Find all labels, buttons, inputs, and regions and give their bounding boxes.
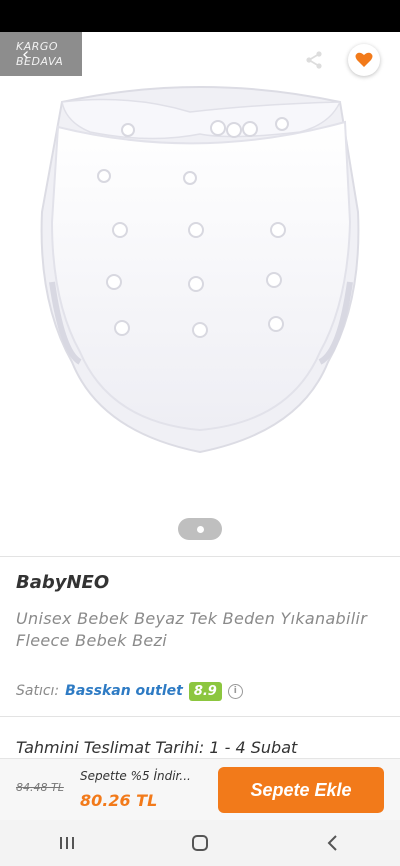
promo-text: Sepette %5 İndir...	[80, 769, 191, 783]
back-button[interactable]	[303, 820, 363, 866]
divider	[0, 556, 400, 557]
seller-score-badge: 8.9	[188, 681, 222, 701]
product-title: Unisex Bebek Beyaz Tek Beden Yıkanabilir…	[16, 609, 368, 650]
seller-name-link[interactable]: Basskan outlet	[65, 683, 183, 699]
home-icon	[191, 835, 208, 851]
home-button[interactable]	[170, 820, 230, 866]
add-to-cart-button[interactable]: Sepete Ekle	[218, 767, 384, 813]
share-button[interactable]	[300, 46, 328, 74]
info-icon[interactable]: i	[227, 683, 243, 699]
system-nav-bar	[0, 820, 400, 866]
share-icon	[306, 51, 322, 69]
divider	[0, 716, 400, 717]
back-arrow-icon[interactable]: ‹	[22, 46, 29, 64]
status-bar	[0, 0, 400, 32]
seller-label: Satıcı:	[16, 683, 60, 699]
product-gallery[interactable]: KARGO BEDAVA ‹	[0, 32, 400, 554]
recent-apps-icon	[59, 837, 74, 849]
pager-dot	[196, 525, 204, 533]
brand-name[interactable]: BabyNEO	[16, 572, 109, 593]
product-image	[40, 86, 360, 454]
heart-icon	[355, 52, 373, 67]
purchase-bar: 84.48 TL Sepette %5 İndir... 80.26 TL Se…	[0, 758, 400, 821]
current-price: 80.26 TL	[80, 791, 158, 810]
seller-row: Satıcı: Basskan outlet 8.9 i	[16, 680, 243, 702]
old-price: 84.48 TL	[16, 781, 64, 794]
recent-apps-button[interactable]	[37, 820, 97, 866]
back-icon	[327, 835, 338, 851]
image-pager[interactable]	[178, 518, 222, 540]
favorite-button[interactable]	[348, 44, 380, 76]
delivery-estimate: Tahmini Teslimat Tarihi: 1 - 4 Subat	[16, 738, 298, 757]
free-shipping-badge: KARGO BEDAVA	[0, 32, 82, 76]
